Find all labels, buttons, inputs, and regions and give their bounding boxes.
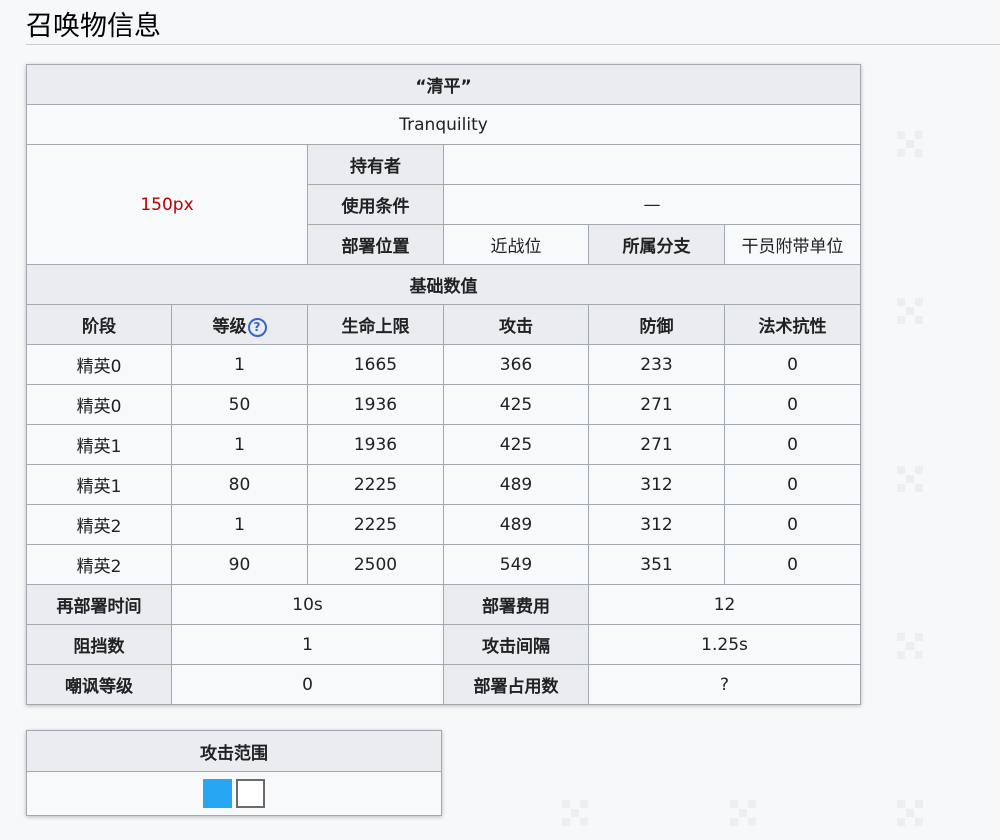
stats-cell: 1665 [307,344,444,385]
deploy-slots-label: 部署占用数 [443,664,589,705]
stats-cell: 精英1 [26,424,172,465]
stats-cell: 90 [171,544,308,585]
condition-value: — [442,184,862,225]
summon-english-name: Tranquility [25,104,862,145]
branch-value: 干员附带单位 [723,224,862,265]
col-header-hp: 生命上限 [307,304,444,345]
attack-range-title: 攻击范围 [26,730,442,772]
stats-cell: 425 [443,384,589,425]
title-divider [26,44,1000,45]
stats-cell: 80 [171,464,308,505]
summon-name: “清平” [25,64,862,105]
col-header-stage: 阶段 [26,304,172,345]
block-count-value: 1 [171,624,444,665]
table-row: 精英2 90 2500 549 351 0 [26,544,862,585]
summon-image-link[interactable]: 150px [26,144,308,265]
stats-cell: 233 [588,344,725,385]
condition-label: 使用条件 [307,184,444,225]
stats-cell: 精英1 [26,464,172,505]
stats-cell: 0 [723,424,862,465]
col-header-level-label: 等级 [212,317,247,337]
stats-cell: 0 [723,344,862,385]
stats-cell: 精英0 [26,344,172,385]
table-row: 精英1 1 1936 425 271 0 [26,424,862,465]
stats-cell: 312 [588,464,725,505]
attack-interval-label: 攻击间隔 [443,624,589,665]
redeploy-time-label: 再部署时间 [26,584,172,625]
stats-cell: 精英2 [26,544,172,585]
stats-cell: 0 [723,544,862,585]
branch-label: 所属分支 [588,224,725,265]
summon-info-table: “清平” Tranquility 150px 持有者 使用条件 — 部署位置 近… [25,64,862,705]
background-pattern [897,466,923,492]
stats-cell: 2225 [307,464,444,505]
stats-cell: 0 [723,504,862,545]
background-pattern [897,633,923,659]
col-header-def: 防御 [588,304,725,345]
deploy-slots-value: ? [587,664,862,705]
stats-cell: 489 [443,504,589,545]
stats-cell: 271 [588,384,725,425]
stats-cell: 1936 [307,384,444,425]
stats-cell: 1936 [307,424,444,465]
background-pattern [897,131,923,157]
stats-cell: 1 [171,504,308,545]
position-value: 近战位 [443,224,589,265]
block-count-label: 阻挡数 [26,624,172,665]
position-label: 部署位置 [307,224,444,265]
col-header-res: 法术抗性 [723,304,862,345]
owner-label: 持有者 [307,144,444,185]
attack-interval-value: 1.25s [587,624,862,665]
extra-row: 嘲讽等级 0 部署占用数 ? [26,664,862,705]
table-row: 精英0 1 1665 366 233 0 [26,344,862,385]
attack-range-grid [26,771,442,816]
table-row: 精英1 80 2225 489 312 0 [26,464,862,505]
background-pattern [897,298,923,324]
stats-cell: 425 [443,424,589,465]
deploy-cost-label: 部署费用 [443,584,589,625]
stats-cell: 2500 [307,544,444,585]
redeploy-time-value: 10s [171,584,444,625]
range-cell-filled [203,779,232,808]
stats-cell: 2225 [307,504,444,545]
background-pattern [562,800,588,826]
deploy-cost-value: 12 [587,584,862,625]
taunt-level-label: 嘲讽等级 [26,664,172,705]
background-pattern [730,800,756,826]
stats-cell: 1 [171,424,308,465]
stats-cell: 1 [171,344,308,385]
table-row: 精英0 50 1936 425 271 0 [26,384,862,425]
background-pattern [897,800,923,826]
attack-range-table: 攻击范围 [26,730,442,816]
stats-cell: 549 [443,544,589,585]
stats-cell: 精英2 [26,504,172,545]
stats-cell: 50 [171,384,308,425]
range-cell-empty [236,779,265,808]
taunt-level-value: 0 [171,664,444,705]
section-title: 召唤物信息 [26,11,161,42]
question-circle-icon[interactable]: ? [247,318,267,337]
stats-cell: 精英0 [26,384,172,425]
col-header-atk: 攻击 [443,304,589,345]
stats-header-row: 阶段 等级? 生命上限 攻击 防御 法术抗性 [26,304,862,345]
stats-cell: 312 [588,504,725,545]
owner-value [442,144,862,185]
stats-cell: 271 [588,424,725,465]
stats-cell: 0 [723,464,862,505]
extra-row: 阻挡数 1 攻击间隔 1.25s [26,624,862,665]
stats-cell: 0 [723,384,862,425]
table-row: 精英2 1 2225 489 312 0 [26,504,862,545]
col-header-level: 等级? [171,304,308,345]
stats-cell: 489 [443,464,589,505]
extra-row: 再部署时间 10s 部署费用 12 [26,584,862,625]
stats-cell: 351 [588,544,725,585]
base-stats-header: 基础数值 [25,264,862,305]
stats-cell: 366 [443,344,589,385]
